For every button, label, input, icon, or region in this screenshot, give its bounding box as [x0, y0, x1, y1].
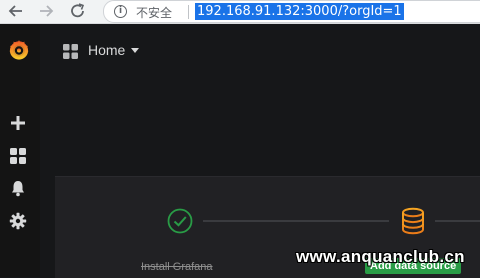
- bell-icon[interactable]: [9, 179, 27, 197]
- check-circle-icon: [167, 208, 193, 234]
- grafana-logo-icon[interactable]: [8, 39, 30, 61]
- address-divider: [188, 5, 189, 19]
- security-label: 不安全: [136, 6, 173, 20]
- dashboard-grid-icon: [63, 44, 78, 59]
- forward-arrow-icon[interactable]: [36, 2, 56, 20]
- gear-icon[interactable]: [9, 212, 27, 230]
- info-icon[interactable]: i: [114, 5, 127, 18]
- progress-connector: [435, 220, 480, 222]
- chevron-down-icon[interactable]: [131, 48, 139, 53]
- dashboard-navbar: Home: [40, 24, 480, 76]
- progress-connector: [203, 220, 389, 222]
- dashboards-icon[interactable]: [9, 147, 27, 165]
- back-arrow-icon[interactable]: [6, 2, 26, 20]
- address-bar[interactable]: i 不安全 192.168.91.132:3000/?orgId=1: [103, 0, 480, 23]
- watermark-text: www.anquanclub.cn: [296, 247, 465, 266]
- database-icon: [402, 207, 424, 235]
- browser-toolbar: i 不安全 192.168.91.132:3000/?orgId=1: [0, 0, 480, 24]
- install-grafana-step-label: Install Grafana: [141, 261, 213, 273]
- dashboard-picker-title[interactable]: Home: [88, 42, 125, 58]
- reload-icon[interactable]: [68, 2, 88, 20]
- sidebar: [0, 24, 40, 277]
- url-text[interactable]: 192.168.91.132:3000/?orgId=1: [195, 3, 404, 20]
- plus-icon[interactable]: [9, 114, 27, 132]
